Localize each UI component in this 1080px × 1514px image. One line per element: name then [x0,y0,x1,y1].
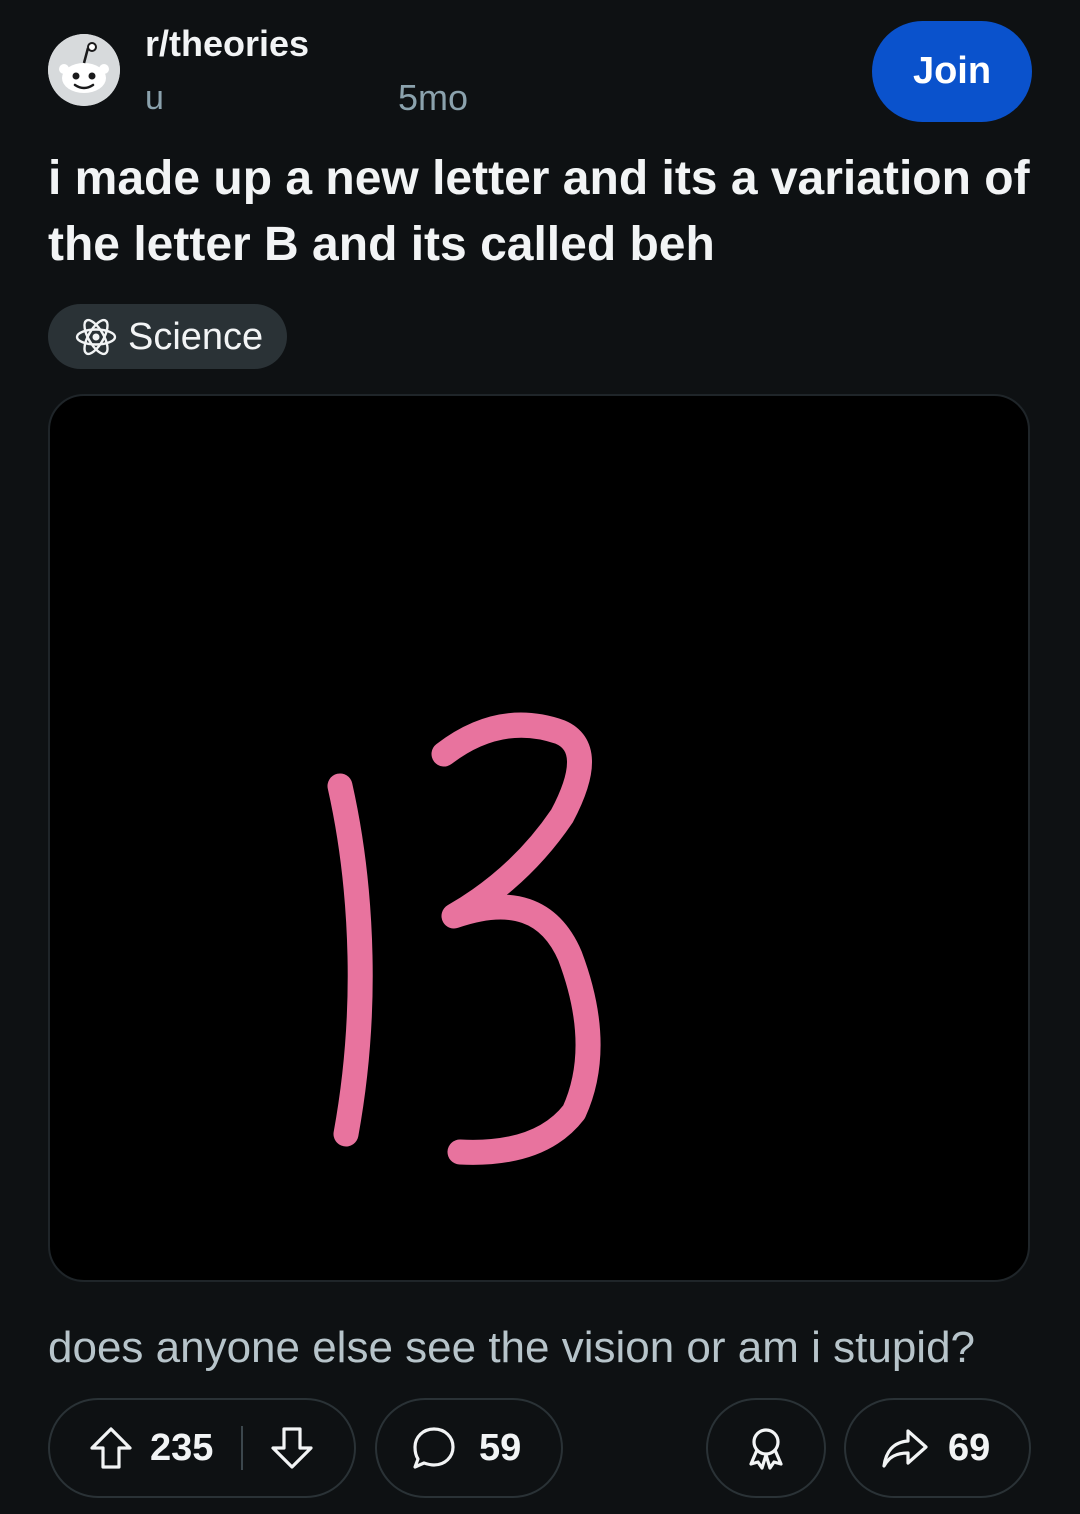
join-button[interactable]: Join [872,21,1032,122]
author-name[interactable]: u [145,78,171,118]
comments-button[interactable]: 59 [375,1398,563,1498]
post-title[interactable]: i made up a new letter and its a variati… [48,146,1038,278]
beh-bowls [431,712,601,1165]
post-body: does anyone else see the vision or am i … [48,1323,976,1372]
upvote-button[interactable] [86,1423,136,1473]
upvote-arrow-icon [90,1427,132,1469]
share-arrow-icon [882,1429,928,1468]
atom-icon [75,318,117,355]
comment-count: 59 [479,1426,522,1469]
post-header: r/theories u 5mo Join [0,0,1080,140]
comment-bubble-icon [413,1427,455,1469]
share-count: 69 [948,1426,991,1469]
downvote-arrow-icon [271,1427,314,1469]
handwritten-beh-letter [327,712,601,1165]
award-button[interactable] [706,1398,826,1498]
reddit-snoo-icon [48,34,120,106]
subreddit-avatar[interactable] [48,34,120,106]
downvote-button[interactable] [267,1423,317,1473]
award-icon [749,1428,783,1470]
flair-label: Science [128,315,264,358]
vote-divider [241,1426,244,1470]
post-age: 5mo [398,77,469,118]
share-button[interactable]: 69 [844,1398,1031,1498]
beh-stem [327,773,373,1147]
post-image[interactable] [48,394,1030,1282]
vote-group: 235 [48,1398,356,1498]
post-flair[interactable]: Science [48,304,288,369]
subreddit-name[interactable]: r/theories [145,22,309,66]
vote-score: 235 [150,1426,214,1469]
